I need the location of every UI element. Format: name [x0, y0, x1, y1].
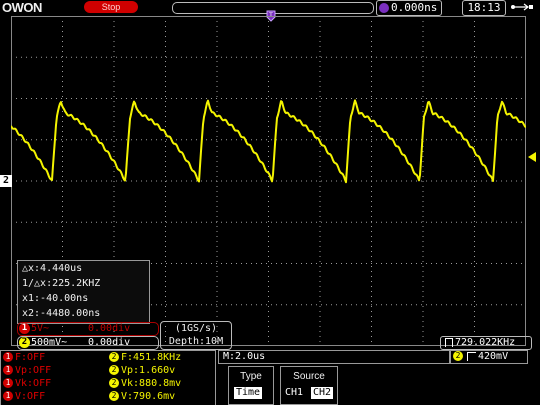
trigger-offset-icon: [379, 3, 389, 13]
ch1-settings[interactable]: 1 5V~ 0.00div: [17, 322, 159, 336]
ch1-measure-vk: 1 Vk:OFF: [3, 378, 51, 390]
trigger-level-marker[interactable]: [528, 152, 536, 162]
rising-edge-icon: [467, 351, 476, 361]
ch2-measure-frequency: 2 F:451.8KHz: [109, 352, 181, 364]
oscilloscope-screen: OWON Stop T 0.000ns 18:13 2 △x:4.440us 1…: [0, 0, 540, 405]
sample-rate: (1GS/s): [174, 323, 218, 334]
acquisition-info: (1GS/s) Depth:10M: [160, 321, 232, 350]
cursor-inverse-delta-x: 1/△x:225.2KHZ: [22, 278, 101, 289]
menu-type-value[interactable]: Time: [234, 387, 263, 399]
ch1-badge: 1: [19, 323, 30, 334]
ch1-scale: 5V~: [31, 323, 50, 334]
ch2-measure-vk: 2 Vk:880.8mv: [109, 378, 181, 390]
ch2-measure-badge: 2: [109, 378, 119, 388]
trigger-frequency: 729.022KHz: [440, 336, 532, 350]
menu-source-ch2[interactable]: CH2: [311, 387, 334, 399]
ch1-measure-v: 1 V:OFF: [3, 391, 45, 403]
record-depth: Depth:10M: [168, 336, 224, 347]
cursor-x1: x1:-40.00ns: [22, 293, 89, 304]
ch2-scale: 500mV~: [31, 337, 68, 348]
ch1-measure-badge: 1: [3, 391, 13, 401]
ch2-position: 0.00div: [88, 337, 131, 348]
ch2-measure-badge: 2: [109, 391, 119, 401]
run-stop-status[interactable]: Stop: [84, 1, 138, 13]
ch2-measure-v: 2 V:790.6mv: [109, 391, 175, 403]
ch2-measure-badge: 2: [109, 365, 119, 375]
horizontal-offset-value: 0.000ns: [391, 1, 438, 14]
ch1-measure-badge: 1: [3, 378, 13, 388]
cursor-x2: x2:-4480.00ns: [22, 308, 101, 319]
menu-type-title: Type: [240, 371, 262, 382]
cursor-delta-x: △x:4.440us: [22, 263, 83, 274]
ch1-measure-frequency: 1 F:OFF: [3, 352, 45, 364]
clock: 18:13: [462, 0, 506, 16]
usb-icon: [511, 3, 533, 11]
ch2-settings[interactable]: 2 500mV~ 0.00div: [17, 336, 159, 350]
trigger-frequency-value: 729.022KHz: [455, 337, 516, 348]
horizontal-offset: 0.000ns: [376, 0, 443, 16]
frequency-icon: [445, 337, 453, 347]
ch1-measure-badge: 1: [3, 365, 13, 375]
menu-type[interactable]: Type Time: [228, 366, 274, 405]
ch2-measure-badge: 2: [109, 352, 119, 362]
timebase[interactable]: M:2.0us: [218, 350, 450, 364]
ch2-measure-peak: 2 Vp:1.660v: [109, 365, 175, 377]
ch2-badge: 2: [19, 337, 30, 348]
trigger-level: 420mV: [478, 351, 509, 362]
ch1-position: 0.00div: [88, 323, 131, 334]
ch2-ground-marker[interactable]: 2: [0, 175, 12, 187]
ch1-measure-badge: 1: [3, 352, 13, 362]
cursor-measurement-box: △x:4.440us 1/△x:225.2KHZ x1:-40.00ns x2:…: [17, 260, 150, 324]
menu-source-title: Source: [293, 371, 325, 382]
menu-source[interactable]: Source CH1 CH2: [280, 366, 338, 405]
measurement-panel: 1 F:OFF 1 Vp:OFF 1 Vk:OFF 1 V:OFF 2 F:451.8KH…: [0, 350, 216, 405]
menu-source-ch1[interactable]: CH1: [283, 387, 305, 399]
trigger-settings[interactable]: 2 420mV: [450, 350, 528, 364]
ch1-measure-peak: 1 Vp:OFF: [3, 365, 51, 377]
brand-logo: OWON: [2, 0, 42, 15]
trigger-source-badge: 2: [453, 351, 463, 361]
